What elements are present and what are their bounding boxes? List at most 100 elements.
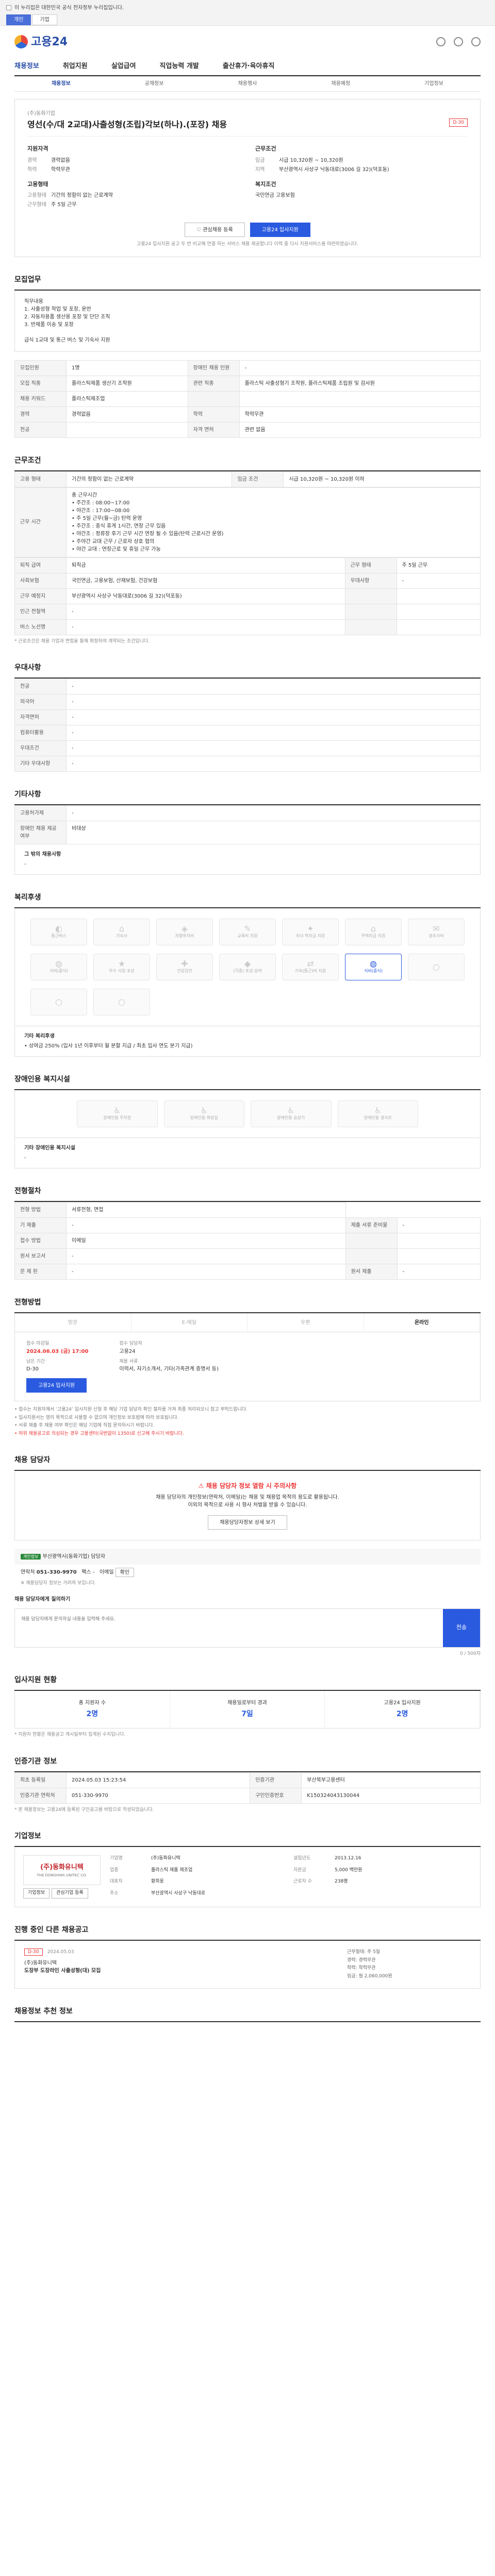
- cell-label: 인증기관 연락처: [14, 1787, 67, 1804]
- welfare-item-0: ◐ 통근버스: [30, 919, 87, 945]
- table-row: 기타 우대사항 -: [14, 756, 481, 772]
- company-field: 2013.12.16: [335, 1856, 361, 1861]
- subnav-item-3[interactable]: 채용예정: [294, 80, 387, 88]
- cell-value: -: [66, 725, 481, 741]
- menu-icon[interactable]: [471, 37, 481, 46]
- logo-icon: [14, 35, 28, 48]
- gnb-item-1[interactable]: 취업지원: [63, 61, 88, 72]
- cell-label: 고용 형태: [14, 471, 67, 487]
- welfare-icon: ○: [118, 997, 125, 1007]
- related-job-link[interactable]: 도장부 도장라인 사출성형(대) 모집: [24, 1967, 101, 1975]
- cell-value: K150324043130044: [301, 1787, 481, 1804]
- cell-label: 전공: [14, 679, 67, 694]
- welfare-label: 기숙(통근)비 지원: [294, 969, 326, 973]
- company-section: 기업정보 (주)동화유니텍 THE DONGHWA UNITEC CO. 기업정보…: [14, 1831, 481, 1907]
- method-tab-0[interactable]: 방문: [15, 1313, 131, 1332]
- sub-nav: 채용정보 공채정보 채용행사 채용예정 기업정보: [14, 76, 481, 92]
- cell-value: 시급 10,320원 ~ 10,320원 이하: [283, 471, 481, 487]
- welfare-label: 자녀 학자금 지원: [295, 934, 325, 938]
- fav-company-button[interactable]: 관심기업 등록: [52, 1888, 88, 1899]
- stat-label: 고용24 입사지원: [384, 1700, 421, 1706]
- cell-value: 플라스틱 사출성형기 조작원, 플라스틱제품 조립원 및 검사원: [239, 375, 481, 392]
- send-button[interactable]: 전송: [443, 1608, 480, 1647]
- method-tab-3[interactable]: 온라인: [364, 1313, 480, 1332]
- top-tab-0[interactable]: 개인: [6, 14, 31, 25]
- top-tab-1[interactable]: 기업: [32, 14, 57, 25]
- cell-value: 비대상: [66, 821, 481, 844]
- gnb-item-4[interactable]: 출산휴가·육아휴직: [223, 61, 275, 72]
- welfare-icon: ◐: [55, 924, 62, 934]
- etc-section: 기타사항 고용허가제 - 장애인 채용 제공 여부 비대상 그 밖의 채용사항 -: [14, 789, 481, 875]
- view-contact-button[interactable]: 채용담당자정보 상세 보기: [208, 1515, 287, 1530]
- disabled-label: 장애인용 화장실: [190, 1115, 218, 1120]
- gnb-item-2[interactable]: 실업급여: [111, 61, 136, 72]
- welfare-label: 식비(중식): [50, 969, 68, 973]
- disabled-label: 장애인용 주차장: [103, 1115, 131, 1120]
- subnav-item-0[interactable]: 채용정보: [14, 80, 108, 88]
- cell-label: 컴퓨터활용: [14, 725, 67, 741]
- accessibility-icon: ♿: [200, 1106, 208, 1115]
- accessibility-icon: ♿: [374, 1106, 382, 1115]
- kv-key: 지역: [255, 166, 265, 173]
- gnb-item-0[interactable]: 채용정보: [14, 61, 39, 72]
- kv-key: 근무형태: [27, 202, 46, 208]
- welfare-icon: ○: [55, 997, 62, 1007]
- gnb-item-3[interactable]: 직업능력 개발: [160, 61, 199, 72]
- contact-section: 채용 담당자 ⚠ 채용 담당자 정보 열람 시 주의사항 채용 담당자의 개인정…: [14, 1455, 481, 1657]
- dday-badge: D-30: [449, 118, 468, 127]
- duty-section: 모집업무 직무내용 1. 사출성형 작업 및 포장, 운반 2. 자동차용품 생…: [14, 275, 481, 438]
- cell-value: 플라스틱제품 생산기 조작원: [66, 375, 188, 392]
- cell-label: 기타 우대사항: [14, 756, 67, 772]
- cell-value: 국민연금, 고용보험, 산재보험, 건강보험: [66, 572, 345, 589]
- cell-value: -: [396, 572, 481, 589]
- pref-section: 우대사항 전공 - 외국어 - 자격면허 - 컴퓨터활용 - 우대조건 - 기타 우대사항 -: [14, 663, 481, 772]
- subnav-item-1[interactable]: 공채정보: [108, 80, 201, 88]
- cell-label: 장애인 채용 제공 여부: [14, 821, 67, 844]
- company-field: 황희웅: [151, 1879, 164, 1884]
- cell-value: -: [66, 1248, 346, 1264]
- user-icon[interactable]: [454, 37, 463, 46]
- apply-button[interactable]: 고용24 입사지원: [250, 223, 310, 237]
- related-meta: 경력: 경력무관: [347, 1957, 376, 1963]
- scrap-button[interactable]: ♡ 관심채용 등록: [185, 223, 245, 237]
- site-header: 고용24: [14, 26, 481, 58]
- question-input[interactable]: [15, 1608, 443, 1647]
- company-name[interactable]: (주)동화기업: [27, 110, 468, 117]
- cell-value: [397, 1233, 481, 1249]
- cell-value: -: [66, 1217, 346, 1233]
- table-row: 기 제출 - 제출 서류 준비물 -: [14, 1217, 481, 1233]
- cell-label: 고용허가제: [14, 805, 67, 821]
- company-field: [293, 1890, 329, 1899]
- table-row: 퇴직 급여 퇴직금 근무 형태 주 5일 근무: [14, 557, 481, 573]
- welfare-item-13: ○: [408, 954, 465, 980]
- search-icon[interactable]: [436, 37, 446, 46]
- subnav-item-2[interactable]: 채용행사: [201, 80, 294, 88]
- disabled-item-0: ♿ 장애인용 주차장: [77, 1100, 158, 1127]
- site-logo[interactable]: 고용24: [14, 33, 68, 50]
- table-row: 접수 방법 이메일: [14, 1233, 481, 1249]
- apply-online-button[interactable]: 고용24 입사지원: [26, 1378, 87, 1393]
- email-check-button[interactable]: 확인: [115, 1568, 135, 1577]
- table-row: 채용 키워드 플라스틱제조업: [14, 391, 481, 407]
- welfare-icon: ◍: [55, 959, 62, 969]
- cell-label: 전공: [14, 421, 67, 438]
- kv-key: 학력: [27, 166, 37, 173]
- cell-label: 모집 직종: [14, 375, 67, 392]
- table-row: 우대조건 -: [14, 740, 481, 756]
- method-tab-1[interactable]: E-메일: [131, 1313, 248, 1332]
- cell-value: [396, 588, 481, 604]
- company-field: 설립년도: [293, 1856, 311, 1861]
- method-tab-2[interactable]: 우편: [248, 1313, 364, 1332]
- cell-value: 퇴직금: [66, 557, 345, 573]
- cell-value: [396, 603, 481, 620]
- subnav-item-4[interactable]: 기업정보: [387, 80, 481, 88]
- disabled-item-1: ♿ 장애인용 화장실: [163, 1100, 244, 1127]
- welfare-label: (각종) 포상·상여: [233, 969, 262, 973]
- cell-value: 플라스틱제조업: [66, 391, 188, 407]
- cell-label: 근무 형태: [344, 557, 397, 573]
- company-field: [335, 1890, 472, 1899]
- welfare-icon: ⌂: [370, 924, 376, 934]
- cell-label: 버스 노선명: [14, 619, 67, 635]
- company-info-button[interactable]: 기업정보: [23, 1888, 50, 1899]
- cell-label: [345, 1233, 398, 1249]
